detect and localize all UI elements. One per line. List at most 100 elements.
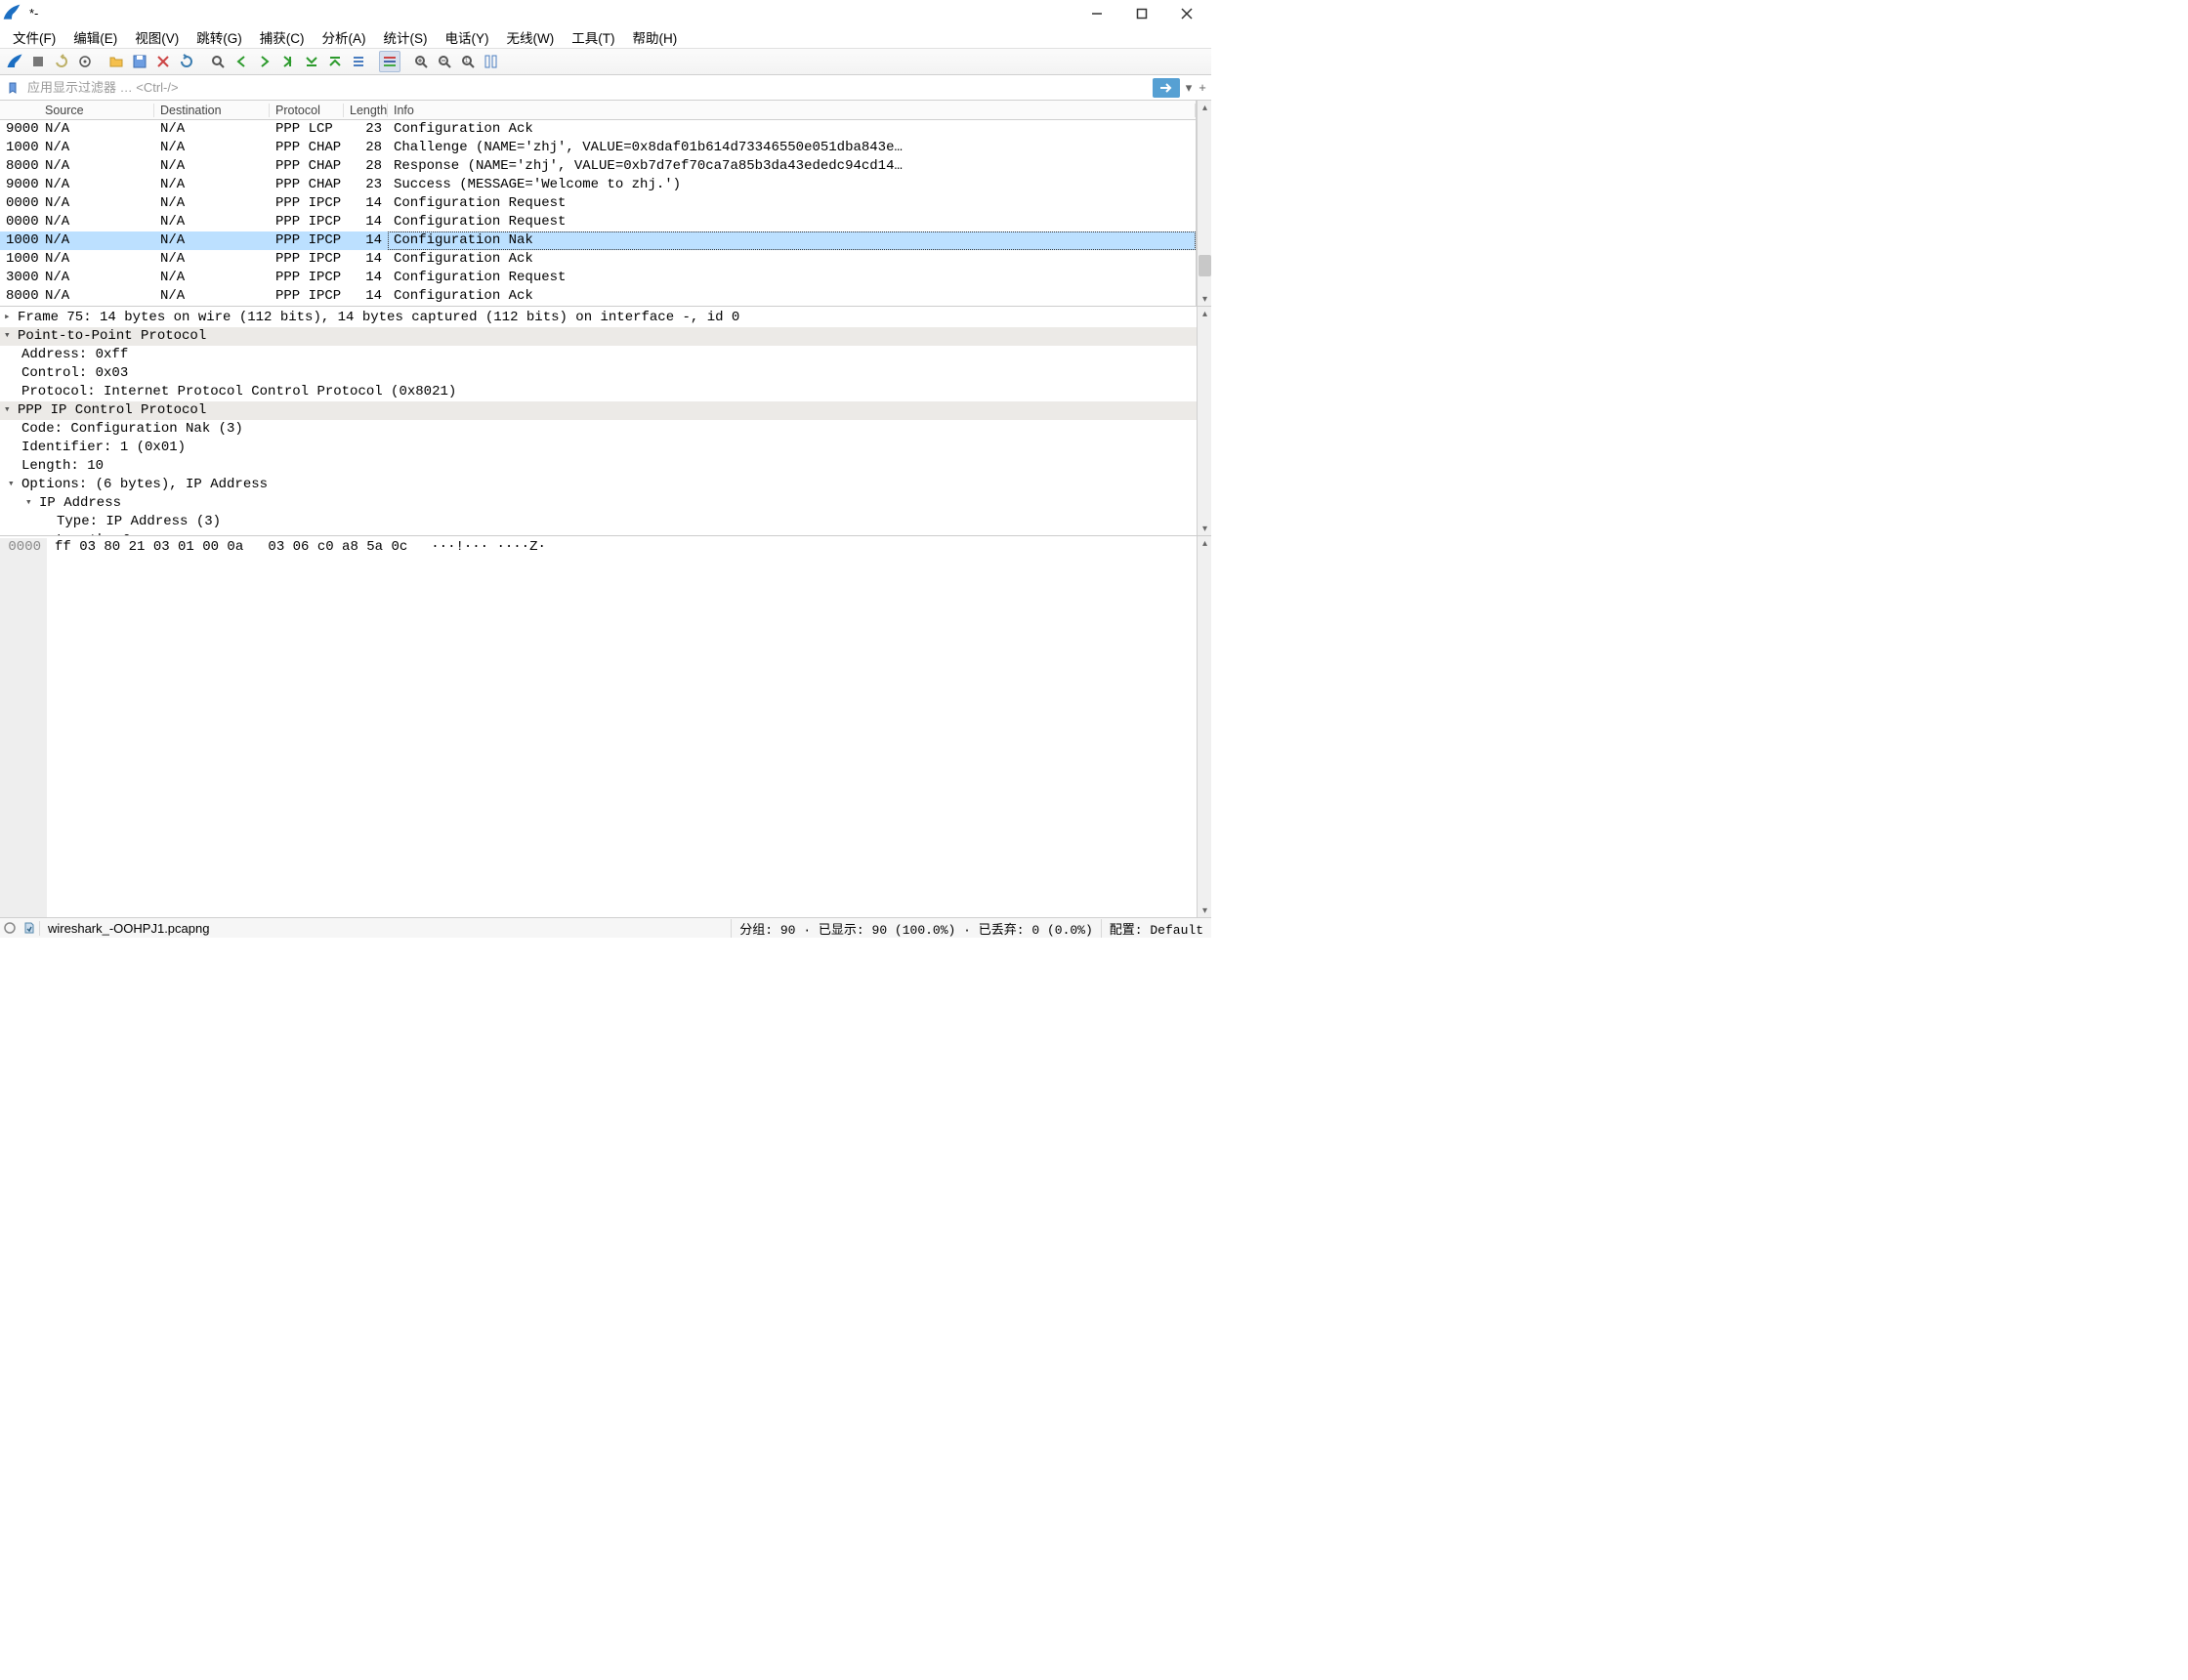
minimize-button[interactable] xyxy=(1088,5,1106,22)
ipcp-id-row[interactable]: Identifier: 1 (0x01) xyxy=(0,439,1197,457)
col-length[interactable]: Length xyxy=(344,104,388,117)
statusbar: wireshark_-OOHPJ1.pcapng 分组: 90 · 已显示: 9… xyxy=(0,917,1211,938)
menu-edit[interactable]: 编辑(E) xyxy=(64,26,126,48)
titlebar: *- xyxy=(0,0,1211,26)
start-capture-icon[interactable] xyxy=(4,51,25,72)
expand-icon[interactable]: ▸ xyxy=(4,309,18,327)
maximize-button[interactable] xyxy=(1133,5,1151,22)
go-prev-icon[interactable] xyxy=(231,51,252,72)
apply-filter-button[interactable] xyxy=(1153,78,1180,98)
sb-filename[interactable]: wireshark_-OOHPJ1.pcapng xyxy=(39,921,731,936)
auto-scroll-icon[interactable] xyxy=(348,51,369,72)
col-protocol[interactable]: Protocol xyxy=(270,104,344,117)
scroll-down-icon[interactable]: ▾ xyxy=(1198,903,1212,917)
ppp-header-text: Point-to-Point Protocol xyxy=(18,327,206,346)
col-info[interactable]: Info xyxy=(388,104,1196,117)
ppp-address-row[interactable]: Address: 0xff xyxy=(0,346,1197,364)
menu-telephony[interactable]: 电话(Y) xyxy=(437,26,498,48)
find-packet-icon[interactable] xyxy=(207,51,229,72)
collapse-icon[interactable]: ▾ xyxy=(4,401,18,420)
details-vscrollbar[interactable]: ▴ ▾ xyxy=(1197,307,1211,535)
scroll-up-icon[interactable]: ▴ xyxy=(1198,307,1212,320)
filter-dropdown-icon[interactable]: ▾ xyxy=(1182,78,1196,98)
packet-row[interactable]: 1000N/AN/APPP IPCP14Configuration Ack xyxy=(0,250,1196,269)
collapse-icon[interactable]: ▾ xyxy=(25,494,39,513)
ipcp-opt-len-row[interactable]: Length: 6 xyxy=(0,531,1197,535)
ipcp-code-row[interactable]: Code: Configuration Nak (3) xyxy=(0,420,1197,439)
menu-wireless[interactable]: 无线(W) xyxy=(498,26,564,48)
packet-row[interactable]: 9000N/AN/APPP CHAP23Success (MESSAGE='We… xyxy=(0,176,1196,194)
packet-list-vscrollbar[interactable]: ▴ ▾ xyxy=(1197,101,1211,306)
ppp-header-row[interactable]: ▾Point-to-Point Protocol xyxy=(0,327,1197,346)
resize-columns-icon[interactable] xyxy=(481,51,502,72)
capture-file-icon[interactable] xyxy=(20,921,39,935)
col-source[interactable]: Source xyxy=(39,104,154,117)
ppp-protocol-row[interactable]: Protocol: Internet Protocol Control Prot… xyxy=(0,383,1197,401)
go-first-icon[interactable] xyxy=(301,51,322,72)
bookmark-filter-icon[interactable] xyxy=(2,77,23,99)
go-last-icon[interactable] xyxy=(324,51,346,72)
packet-row[interactable]: 1000N/AN/APPP CHAP28Challenge (NAME='zhj… xyxy=(0,139,1196,157)
capture-options-icon[interactable] xyxy=(74,51,96,72)
sb-packet-counts: 分组: 90 · 已显示: 90 (100.0%) · 已丢弃: 0 (0.0%… xyxy=(731,919,1101,938)
expert-info-icon[interactable] xyxy=(0,922,20,934)
collapse-icon[interactable]: ▾ xyxy=(8,476,21,494)
packet-row[interactable]: 3000N/AN/APPP IPCP14Configuration Reques… xyxy=(0,269,1196,287)
ipcp-opt-type-row[interactable]: Type: IP Address (3) xyxy=(0,513,1197,531)
colorize-icon[interactable] xyxy=(379,51,400,72)
menu-statistics[interactable]: 统计(S) xyxy=(375,26,437,48)
packet-row[interactable]: 9000N/AN/APPP LCP23Configuration Ack xyxy=(0,120,1196,139)
go-to-packet-icon[interactable] xyxy=(277,51,299,72)
scroll-up-icon[interactable]: ▴ xyxy=(1198,101,1212,114)
sb-profile[interactable]: 配置: Default xyxy=(1101,919,1211,938)
zoom-reset-icon[interactable]: 1 xyxy=(457,51,479,72)
menubar: 文件(F) 编辑(E) 视图(V) 跳转(G) 捕获(C) 分析(A) 统计(S… xyxy=(0,26,1211,48)
hex-bytes[interactable]: ff 03 80 21 03 01 00 0a 03 06 c0 a8 5a 0… xyxy=(47,538,407,917)
close-button[interactable] xyxy=(1178,5,1196,22)
menu-help[interactable]: 帮助(H) xyxy=(623,26,686,48)
packet-row[interactable]: 8000N/AN/APPP IPCP14Configuration Ack xyxy=(0,287,1196,306)
packet-row[interactable]: 8000N/AN/APPP CHAP28Response (NAME='zhj'… xyxy=(0,157,1196,176)
menu-file[interactable]: 文件(F) xyxy=(4,26,64,48)
frame-summary-row[interactable]: ▸Frame 75: 14 bytes on wire (112 bits), … xyxy=(0,309,1197,327)
ipcp-ipaddr-row[interactable]: ▾IP Address xyxy=(0,494,1197,513)
packet-row[interactable]: 1000N/AN/APPP IPCP14Configuration Nak xyxy=(0,231,1196,250)
go-next-icon[interactable] xyxy=(254,51,275,72)
packet-row[interactable]: 0000N/AN/APPP IPCP14Configuration Reques… xyxy=(0,213,1196,231)
menu-capture[interactable]: 捕获(C) xyxy=(251,26,314,48)
menu-tools[interactable]: 工具(T) xyxy=(563,26,623,48)
scroll-down-icon[interactable]: ▾ xyxy=(1198,522,1212,535)
collapse-icon[interactable]: ▾ xyxy=(4,327,18,346)
ppp-control-row[interactable]: Control: 0x03 xyxy=(0,364,1197,383)
add-filter-button[interactable]: + xyxy=(1196,78,1209,98)
close-file-icon[interactable] xyxy=(152,51,174,72)
packet-bytes[interactable]: 0000 ff 03 80 21 03 01 00 0a 03 06 c0 a8… xyxy=(0,536,1197,917)
packet-list[interactable]: Source Destination Protocol Length Info … xyxy=(0,101,1197,306)
scroll-up-icon[interactable]: ▴ xyxy=(1198,536,1212,550)
frame-summary-text: Frame 75: 14 bytes on wire (112 bits), 1… xyxy=(18,309,739,327)
restart-capture-icon[interactable] xyxy=(51,51,72,72)
display-filter-input[interactable] xyxy=(23,78,1153,97)
hex-ascii: ···!··· ····Z· xyxy=(407,538,546,917)
packet-list-headers[interactable]: Source Destination Protocol Length Info xyxy=(0,101,1196,120)
zoom-in-icon[interactable] xyxy=(410,51,432,72)
toolbar: 1 xyxy=(0,48,1211,75)
wireshark-icon xyxy=(2,3,23,24)
menu-go[interactable]: 跳转(G) xyxy=(188,26,251,48)
menu-analyze[interactable]: 分析(A) xyxy=(314,26,375,48)
scroll-down-icon[interactable]: ▾ xyxy=(1198,292,1212,306)
stop-capture-icon[interactable] xyxy=(27,51,49,72)
reload-file-icon[interactable] xyxy=(176,51,197,72)
scroll-thumb[interactable] xyxy=(1199,255,1211,276)
ipcp-header-row[interactable]: ▾PPP IP Control Protocol xyxy=(0,401,1197,420)
open-file-icon[interactable] xyxy=(105,51,127,72)
col-destination[interactable]: Destination xyxy=(154,104,270,117)
menu-view[interactable]: 视图(V) xyxy=(126,26,188,48)
ipcp-len-row[interactable]: Length: 10 xyxy=(0,457,1197,476)
zoom-out-icon[interactable] xyxy=(434,51,455,72)
packet-details[interactable]: ▸Frame 75: 14 bytes on wire (112 bits), … xyxy=(0,307,1197,535)
hex-vscrollbar[interactable]: ▴ ▾ xyxy=(1197,536,1211,917)
packet-row[interactable]: 0000N/AN/APPP IPCP14Configuration Reques… xyxy=(0,194,1196,213)
save-file-icon[interactable] xyxy=(129,51,150,72)
ipcp-options-row[interactable]: ▾Options: (6 bytes), IP Address xyxy=(0,476,1197,494)
